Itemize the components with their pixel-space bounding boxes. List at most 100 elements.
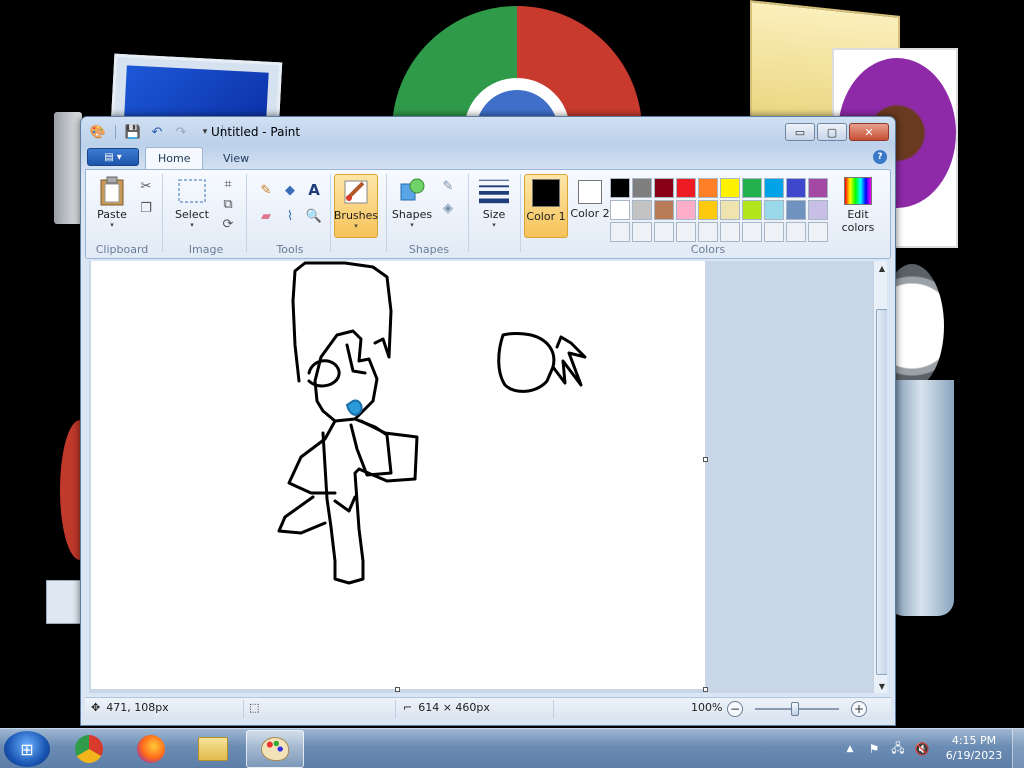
divider — [553, 700, 554, 718]
scroll-up-icon[interactable]: ▲ — [874, 261, 887, 275]
recycle-bin-icon[interactable] — [888, 380, 954, 616]
palette-custom-slot[interactable] — [764, 222, 784, 242]
fill-icon[interactable]: ◈ — [438, 198, 458, 218]
palette-color-swatch[interactable] — [676, 178, 696, 198]
zoom-in-button[interactable]: + — [851, 701, 867, 717]
shapes-group: Shapes ▾ ✎ ◈ Shapes — [390, 172, 468, 258]
palette-color-swatch[interactable] — [698, 200, 718, 220]
palette-custom-slot[interactable] — [808, 222, 828, 242]
brushes-button[interactable]: Brushes ▾ — [334, 174, 378, 238]
network-icon[interactable]: 🖧 — [890, 741, 906, 757]
tab-view[interactable]: View — [211, 147, 261, 169]
palette-color-swatch[interactable] — [742, 178, 762, 198]
edit-colors-button[interactable]: Edit colors — [836, 174, 880, 238]
copy-icon[interactable]: ❐ — [136, 198, 156, 218]
action-center-icon[interactable]: ⚑ — [866, 741, 882, 757]
crop-icon[interactable]: ⌗ — [218, 174, 238, 194]
palette-color-swatch[interactable] — [720, 200, 740, 220]
palette-color-swatch[interactable] — [720, 178, 740, 198]
show-hidden-icons-icon[interactable]: ▲ — [842, 741, 858, 757]
palette-custom-slot[interactable] — [698, 222, 718, 242]
maximize-button[interactable]: ▢ — [817, 123, 847, 141]
palette-color-swatch[interactable] — [698, 178, 718, 198]
pencil-icon[interactable]: ✎ — [256, 180, 276, 200]
palette-custom-slot[interactable] — [720, 222, 740, 242]
shapes-button[interactable]: Shapes ▾ — [390, 174, 434, 236]
magnifier-icon[interactable]: 🔍 — [304, 206, 324, 226]
taskbar-clock[interactable]: 4:15 PM 6/19/2023 — [944, 733, 1004, 763]
taskbar-explorer[interactable] — [184, 730, 242, 768]
title-bar[interactable]: 🎨 💾 ↶ ↷ ▾ Untitled - Paint ▭ ▢ ✕ — [81, 117, 895, 147]
color1-button[interactable]: Color 1 — [524, 174, 568, 238]
eraser-icon[interactable]: ▰ — [256, 206, 276, 226]
zoom-text: 100% — [691, 701, 723, 714]
canvas-resize-handle-bottom[interactable] — [395, 687, 400, 692]
tab-home[interactable]: Home — [145, 147, 204, 169]
shortcut-desktop-icon[interactable] — [46, 580, 82, 624]
redo-icon[interactable]: ↷ — [172, 124, 190, 140]
outline-icon[interactable]: ✎ — [438, 176, 458, 196]
zoom-out-button[interactable]: − — [727, 701, 743, 717]
paste-button[interactable]: Paste ▾ — [90, 174, 134, 236]
vertical-scrollbar[interactable]: ▲ ▼ — [873, 261, 887, 693]
drawing-canvas[interactable] — [91, 261, 705, 689]
canvas-resize-handle-corner[interactable] — [703, 687, 708, 692]
divider — [386, 174, 387, 252]
fill-bucket-icon[interactable]: ◆ — [280, 180, 300, 200]
undo-icon[interactable]: ↶ — [148, 124, 166, 140]
palette-color-swatch[interactable] — [786, 178, 806, 198]
scroll-thumb[interactable] — [876, 309, 887, 675]
palette-custom-slot[interactable] — [786, 222, 806, 242]
palette-color-swatch[interactable] — [742, 200, 762, 220]
save-icon[interactable]: 💾 — [124, 124, 142, 140]
taskbar-paint[interactable] — [246, 730, 304, 768]
palette-color-swatch[interactable] — [610, 178, 630, 198]
palette-color-swatch[interactable] — [676, 200, 696, 220]
canvas-area[interactable]: ▲ ▼ — [89, 261, 887, 693]
taskbar-firefox[interactable] — [122, 730, 180, 768]
volume-muted-icon[interactable]: 🔇 — [914, 741, 930, 757]
palette-color-swatch[interactable] — [610, 200, 630, 220]
palette-color-swatch[interactable] — [808, 200, 828, 220]
select-button[interactable]: Select ▾ — [170, 174, 214, 236]
desktop-icon-partial[interactable] — [54, 112, 82, 224]
divider — [246, 174, 247, 252]
color1-swatch — [532, 179, 560, 207]
image-size: ⌐ 614 × 460px — [403, 701, 490, 714]
palette-color-swatch[interactable] — [764, 178, 784, 198]
size-button[interactable]: Size ▾ — [472, 174, 516, 236]
zoom-slider-thumb[interactable] — [791, 702, 799, 716]
palette-color-swatch[interactable] — [632, 178, 652, 198]
rotate-icon[interactable]: ⟳ — [218, 214, 238, 234]
scroll-down-icon[interactable]: ▼ — [874, 679, 887, 693]
palette-custom-slot[interactable] — [676, 222, 696, 242]
text-tool-icon[interactable]: A — [304, 180, 324, 200]
paint-menu-button[interactable]: ▤ ▾ — [87, 148, 139, 166]
canvas-resize-handle-right[interactable] — [703, 457, 708, 462]
taskbar-chrome[interactable] — [60, 730, 118, 768]
palette-color-swatch[interactable] — [786, 200, 806, 220]
tools-group-label: Tools — [276, 243, 304, 256]
palette-custom-slot[interactable] — [610, 222, 630, 242]
palette-color-swatch[interactable] — [654, 178, 674, 198]
divider — [243, 700, 244, 718]
color-picker-icon[interactable]: ⌇ — [280, 206, 300, 226]
palette-color-swatch[interactable] — [808, 178, 828, 198]
close-button[interactable]: ✕ — [849, 123, 889, 141]
palette-color-swatch[interactable] — [764, 200, 784, 220]
cut-icon[interactable]: ✂ — [136, 176, 156, 196]
palette-custom-slot[interactable] — [654, 222, 674, 242]
palette-color-swatch[interactable] — [632, 200, 652, 220]
show-desktop-button[interactable] — [1012, 729, 1024, 768]
divider — [468, 174, 469, 252]
paint-app-icon[interactable]: 🎨 — [89, 124, 107, 140]
resize-icon[interactable]: ⧉ — [218, 194, 238, 214]
palette-custom-slot[interactable] — [632, 222, 652, 242]
palette-custom-slot[interactable] — [742, 222, 762, 242]
start-button[interactable]: ⊞ — [4, 731, 50, 767]
minimize-button[interactable]: ▭ — [785, 123, 815, 141]
color2-button[interactable]: Color 2 — [568, 174, 612, 238]
image-group-label: Image — [188, 243, 224, 256]
help-icon[interactable]: ? — [873, 150, 887, 164]
palette-color-swatch[interactable] — [654, 200, 674, 220]
